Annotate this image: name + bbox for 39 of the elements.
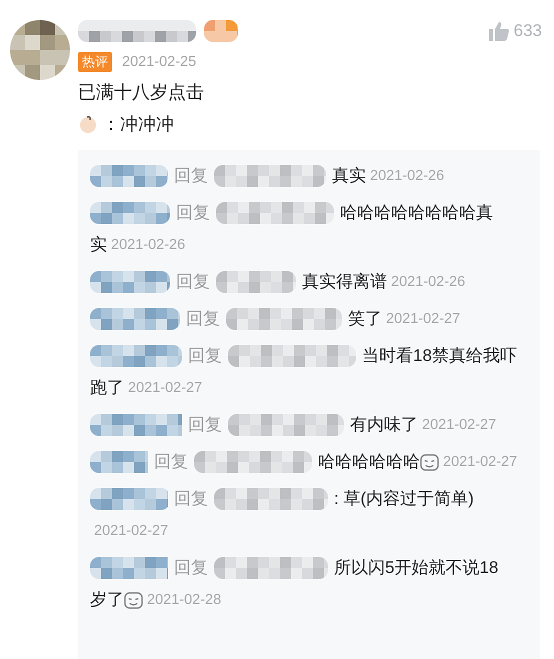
- hot-comment-tag: 热评: [78, 52, 112, 72]
- reply-date: 2021-02-26: [391, 273, 466, 292]
- reply-date: 2021-02-27: [422, 416, 496, 435]
- reply-label: 回复: [188, 345, 222, 367]
- reply-label: 回复: [174, 488, 208, 510]
- reply-text: 实: [90, 234, 107, 256]
- reply-text: 当时看18禁真给我吓: [362, 345, 517, 367]
- reply-label: 回复: [176, 271, 210, 293]
- reply-text: 哈哈哈哈哈哈哈哈真: [340, 202, 493, 224]
- reply-text: 哈哈哈哈哈哈: [318, 451, 420, 473]
- level-badge: [204, 20, 238, 42]
- reply-date: 2021-02-27: [128, 379, 202, 398]
- blurred-avatar: [10, 20, 70, 80]
- reply-label: 回复: [186, 308, 220, 330]
- reply-text: 有内味了: [350, 414, 418, 436]
- reply-label: 回复: [176, 202, 210, 224]
- reply-date: 2021-02-26: [111, 236, 186, 255]
- reply-date: 2021-02-28: [147, 591, 222, 610]
- thumbs-up-icon[interactable]: [488, 21, 510, 41]
- comment-text: 已满十八岁点击: [78, 81, 204, 104]
- comment-date: 2021-02-25: [122, 54, 196, 70]
- reply-date: 2021-02-27: [94, 522, 168, 541]
- reply-date: 2021-02-27: [386, 310, 460, 329]
- reply-label: 回复: [174, 165, 208, 187]
- reply-text: 岁了: [90, 589, 124, 611]
- reply-date: 2021-02-27: [443, 453, 518, 472]
- comment-text: ：冲冲冲: [102, 113, 174, 136]
- reply-text: 真实得离谱: [302, 271, 387, 293]
- blurred-name: [90, 451, 148, 473]
- reply-date: 2021-02-26: [370, 167, 444, 186]
- reply-text: 所以闪5开始就不说18: [334, 557, 498, 579]
- reply-label: 回复: [188, 414, 222, 436]
- reply-label: 回复: [154, 451, 188, 473]
- reply-text: : 草(内容过于简单): [334, 488, 474, 510]
- reply-text: 真实: [332, 165, 366, 187]
- reply-label: 回复: [174, 557, 208, 579]
- reply-text: 笑了: [348, 308, 382, 330]
- reply-text: 跑了: [90, 377, 124, 399]
- like-count: 633: [514, 21, 542, 41]
